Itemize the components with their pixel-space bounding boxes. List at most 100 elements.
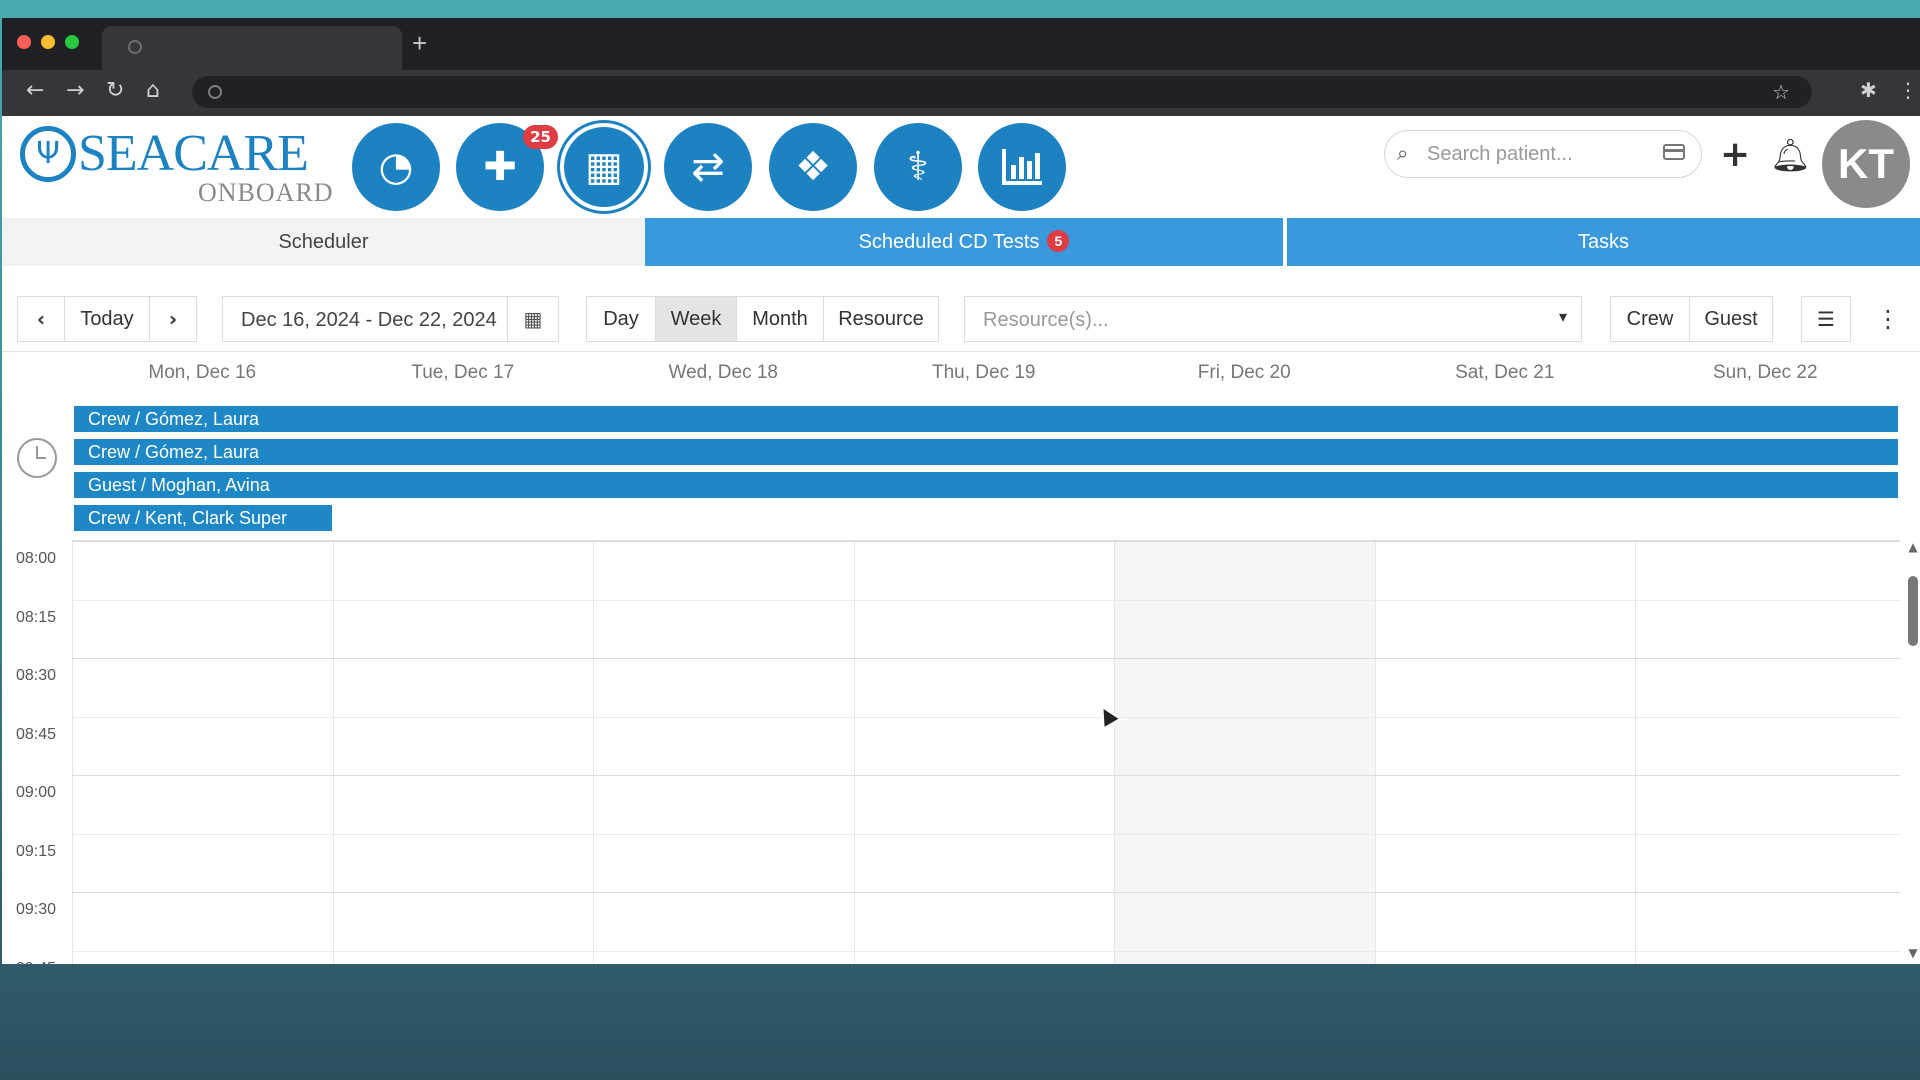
id-card-icon[interactable]: [1663, 144, 1685, 160]
extensions-icon[interactable]: ✱: [1860, 78, 1877, 102]
date-range-picker[interactable]: Dec 16, 2024 - Dec 22, 2024 ▦: [222, 296, 559, 342]
day-column[interactable]: [593, 541, 855, 964]
user-avatar[interactable]: KT: [1822, 120, 1910, 208]
bookmark-star-icon[interactable]: ☆: [1772, 80, 1790, 105]
globe-icon: [128, 40, 142, 54]
next-week-button[interactable]: ›: [149, 296, 197, 342]
dropbox-button[interactable]: ❖: [769, 123, 857, 211]
reports-button[interactable]: [978, 123, 1066, 211]
new-tab-icon[interactable]: +: [412, 28, 427, 59]
tab-label: Scheduler: [278, 231, 369, 253]
add-icon[interactable]: +: [1720, 134, 1750, 175]
view-day-button[interactable]: Day: [586, 296, 656, 342]
all-day-event[interactable]: Guest / Moghan, Avina: [74, 472, 1898, 498]
dashboard-button[interactable]: ◔: [352, 123, 440, 211]
bell-icon[interactable]: 🔔︎: [1770, 136, 1811, 174]
back-icon[interactable]: ←: [26, 78, 44, 103]
tab-scheduled-cd-tests[interactable]: Scheduled CD Tests 5: [645, 218, 1283, 266]
logo-text: SEACARE: [78, 125, 309, 182]
scheduler-toolbar: ‹ Today › Dec 16, 2024 - Dec 22, 2024 ▦ …: [2, 266, 1920, 352]
browser-window: + ← → ↻ ⌂ ☆ ✱ ⋮ Ψ SEACARE ONBOARD ◔ ✚ 25…: [2, 18, 1920, 964]
medical-button[interactable]: ✚ 25: [456, 123, 558, 211]
tab-scheduler[interactable]: Scheduler: [2, 218, 645, 266]
stethoscope-icon: ⚕: [907, 144, 929, 190]
day-column[interactable]: [72, 541, 334, 964]
all-day-event[interactable]: Crew / Gómez, Laura: [74, 439, 1898, 465]
time-label: 08:15: [16, 608, 57, 626]
more-options-button[interactable]: ⋮: [1872, 296, 1904, 342]
view-month-button[interactable]: Month: [736, 296, 824, 342]
view-resource-button[interactable]: Resource: [823, 296, 939, 342]
time-label: 09:15: [16, 842, 57, 860]
forward-icon[interactable]: →: [66, 78, 84, 103]
day-header[interactable]: Wed, Dec 18: [593, 362, 854, 384]
site-info-icon[interactable]: [208, 85, 222, 99]
date-range-text: Dec 16, 2024 - Dec 22, 2024: [241, 309, 497, 331]
tab-label: Scheduled CD Tests: [858, 231, 1040, 253]
search-input[interactable]: [1425, 139, 1649, 169]
search-icon: ⌕: [1397, 141, 1409, 165]
transfer-button[interactable]: ⇄: [664, 123, 752, 211]
address-bar: ← → ↻ ⌂ ☆ ✱ ⋮: [2, 70, 1920, 116]
scrollbar-thumb[interactable]: [1908, 576, 1918, 646]
day-header[interactable]: Fri, Dec 20: [1114, 362, 1375, 384]
day-header[interactable]: Tue, Dec 17: [333, 362, 594, 384]
logo-subtext: ONBOARD: [198, 178, 334, 207]
all-day-event[interactable]: Crew / Kent, Clark Super: [74, 505, 332, 531]
day-header[interactable]: Thu, Dec 19: [854, 362, 1115, 384]
time-label: 08:30: [16, 667, 57, 684]
bar-chart-icon: [1002, 149, 1042, 185]
browser-tab[interactable]: [102, 26, 402, 70]
patient-search[interactable]: ⌕: [1384, 130, 1702, 178]
chevron-right-icon: ›: [168, 307, 178, 331]
slot-line: [72, 716, 1900, 718]
stethoscope-button[interactable]: ⚕: [874, 123, 962, 211]
seacare-logo[interactable]: Ψ SEACARE ONBOARD: [20, 126, 335, 216]
scroll-down-icon[interactable]: ▼: [1906, 946, 1920, 960]
calendar-scrollbar[interactable]: ▲ ▼: [1906, 540, 1920, 964]
tab-count-badge: 5: [1047, 229, 1070, 252]
calendar-small-icon[interactable]: ▦: [507, 297, 558, 341]
day-column[interactable]: [1114, 541, 1376, 964]
tab-tasks[interactable]: Tasks: [1285, 218, 1920, 266]
time-grid[interactable]: [72, 540, 1900, 964]
scroll-up-icon[interactable]: ▲: [1906, 540, 1920, 554]
guest-filter-button[interactable]: Guest: [1689, 296, 1773, 342]
slot-line: [72, 658, 1900, 659]
caret-down-icon: ▾: [1558, 307, 1567, 326]
time-label: 09:30: [16, 901, 57, 918]
calendar-icon: ▦: [585, 144, 623, 190]
slot-line: [72, 833, 1900, 835]
day-column[interactable]: [1635, 541, 1897, 964]
day-column[interactable]: [332, 541, 595, 964]
maximize-window-button[interactable]: [65, 35, 79, 49]
minimize-window-button[interactable]: [41, 35, 55, 49]
resource-select[interactable]: Resource(s)... ▾: [964, 296, 1582, 342]
day-header[interactable]: Mon, Dec 16: [72, 362, 333, 384]
chevron-left-icon: ‹: [36, 307, 46, 331]
crew-filter-button[interactable]: Crew: [1610, 296, 1690, 342]
reload-icon[interactable]: ↻: [106, 78, 124, 103]
browser-menu-icon[interactable]: ⋮: [1898, 78, 1918, 102]
all-day-event[interactable]: Crew / Gómez, Laura: [74, 406, 1898, 432]
day-header[interactable]: Sat, Dec 21: [1375, 362, 1636, 384]
resource-placeholder: Resource(s)...: [983, 309, 1109, 331]
notification-badge: 25: [523, 125, 558, 149]
trident-logo-icon: Ψ: [20, 126, 76, 182]
slot-line: [72, 950, 1900, 952]
previous-week-button[interactable]: ‹: [17, 296, 65, 342]
url-field[interactable]: ☆: [192, 76, 1812, 108]
calendar-button[interactable]: ▦: [560, 123, 648, 211]
day-column[interactable]: [1374, 541, 1637, 964]
kebab-menu-icon: ⋮: [1876, 305, 1900, 333]
day-header[interactable]: Sun, Dec 22: [1635, 362, 1896, 384]
browser-tab-bar: +: [2, 18, 1920, 70]
dropbox-icon: ❖: [795, 144, 831, 190]
home-icon[interactable]: ⌂: [146, 78, 160, 103]
filter-settings-button[interactable]: ☰: [1801, 296, 1851, 342]
close-window-button[interactable]: [17, 35, 31, 49]
today-button[interactable]: Today: [64, 296, 150, 342]
day-column[interactable]: [853, 541, 1116, 964]
view-week-button[interactable]: Week: [655, 296, 737, 342]
week-calendar: Mon, Dec 16 Tue, Dec 17 Wed, Dec 18 Thu, De…: [2, 352, 1920, 964]
